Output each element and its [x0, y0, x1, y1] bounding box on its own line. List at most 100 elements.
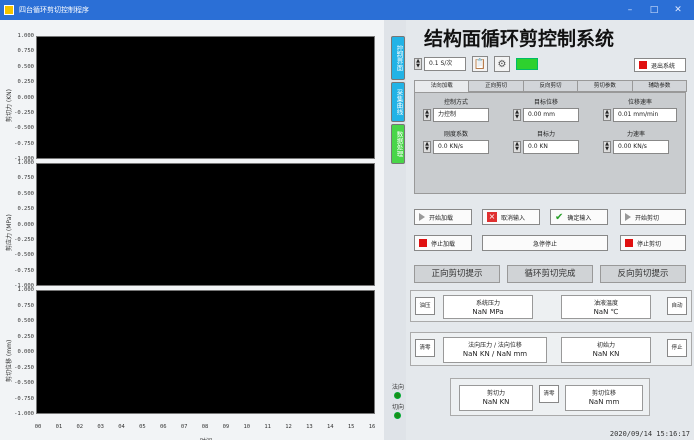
normal-value: NaN KN / NaN mm: [462, 350, 528, 358]
y-axis-label-shear-displacement: 剪切位移 (mm): [6, 339, 13, 382]
y-tick: 0.500: [17, 190, 34, 197]
cancel-input-label: 取消输入: [501, 214, 526, 222]
start-load-button[interactable]: 开始加载: [414, 209, 472, 225]
side-tab-data[interactable]: 数据处理: [391, 124, 405, 164]
reverse-shear-prompt-button[interactable]: 反向剪切提示: [600, 265, 686, 283]
x-tick: 11: [264, 424, 271, 430]
initial-force-value: NaN KN: [592, 350, 620, 358]
system-pressure-label: 系统压力: [475, 300, 500, 307]
shear-displacement-label: 剪切位移: [591, 390, 616, 397]
app-icon: [4, 5, 14, 15]
stop-shear-button[interactable]: 停止剪切: [620, 235, 686, 251]
displacement-rate-label: 位移速率: [627, 99, 652, 106]
target-force-field[interactable]: 0.0 KN: [523, 140, 579, 154]
forward-shear-prompt-button[interactable]: 正向剪切提示: [414, 265, 500, 283]
oil-temp-readout: 油液温度 NaN ℃: [561, 295, 651, 319]
clear-button[interactable]: 清零: [415, 339, 435, 357]
stop-shear-label: 停止剪切: [637, 240, 662, 248]
side-tab-curves[interactable]: 采集曲线: [391, 82, 405, 122]
stop-square-icon: [625, 239, 633, 247]
confirm-input-button[interactable]: ✔ 确定输入: [550, 209, 608, 225]
y-tick: 0.250: [17, 206, 34, 213]
force-rate-stepper[interactable]: ▲ ▼: [603, 141, 611, 153]
x-tick: 01: [55, 424, 63, 430]
control-panel: 结构面循环剪控制系统 ▲ ▼ 0.1 S/次 📋 ⚙ 退出系统 法向加载 正向剪切…: [406, 20, 694, 440]
target-force-stepper[interactable]: ▲ ▼: [513, 141, 521, 153]
x-tick: 00: [34, 424, 42, 430]
initial-force-readout: 初始力 NaN KN: [561, 337, 651, 363]
minimize-icon[interactable]: –: [618, 3, 642, 17]
cyclic-shear-done-button[interactable]: 循环剪切完成: [507, 265, 593, 283]
displacement-rate-stepper[interactable]: ▲ ▼: [603, 109, 611, 121]
y-axis-label-shear-force: 剪切力 (KN): [6, 88, 13, 122]
y-tick: 0.250: [17, 79, 34, 86]
stiffness-stepper[interactable]: ▲ ▼: [423, 141, 431, 153]
y-tick: 0.500: [17, 318, 34, 324]
pressure-group: 油压 系统压力 NaN MPa 油液温度 NaN ℃ 自动: [410, 290, 692, 322]
close-icon[interactable]: ✕: [666, 3, 690, 17]
x-tick: 12: [285, 424, 292, 430]
sample-rate-field[interactable]: 0.1 S/次: [424, 57, 466, 71]
control-mode-field[interactable]: 力控制: [433, 108, 489, 122]
x-tick: 14: [326, 424, 334, 430]
stop-square-icon: [639, 61, 647, 69]
tab-normal-load[interactable]: 法向加载: [414, 80, 470, 92]
shear-displacement-plot[interactable]: [36, 290, 375, 414]
normal-label: 法向压力 / 法向位移: [468, 342, 522, 349]
tab-aux-params[interactable]: 辅助参数: [631, 80, 688, 92]
maximize-icon[interactable]: □: [642, 3, 666, 17]
force-rate-field[interactable]: 0.00 KN/s: [613, 140, 669, 154]
force-rate-label: 力速率: [626, 131, 645, 138]
gear-icon[interactable]: ⚙: [494, 56, 510, 72]
stop-load-label: 停止加载: [431, 240, 456, 248]
play-icon: [419, 213, 425, 221]
emergency-stop-button[interactable]: 急停停止: [482, 235, 608, 251]
control-mode-stepper[interactable]: ▲ ▼: [423, 109, 431, 121]
x-tick: 09: [222, 424, 230, 430]
target-displacement-label: 目标位移: [533, 99, 558, 106]
shear-force-plot[interactable]: [36, 36, 375, 159]
oil-temp-label: 油液温度: [593, 300, 618, 307]
y-tick: 0.000: [17, 94, 34, 101]
x-tick: 08: [201, 424, 209, 430]
y-tick: -0.250: [14, 109, 34, 116]
target-displacement-field[interactable]: 0.00 mm: [523, 108, 579, 122]
side-tab-control[interactable]: 控制界面: [391, 36, 405, 80]
shear-stress-plot[interactable]: [36, 163, 375, 286]
start-shear-button[interactable]: 开始剪切: [620, 209, 686, 225]
target-displacement-stepper[interactable]: ▲ ▼: [513, 109, 521, 121]
y-tick: -0.500: [14, 380, 34, 386]
system-pressure-value: NaN MPa: [472, 308, 504, 316]
displacement-rate-field[interactable]: 0.01 mm/min: [613, 108, 677, 122]
zero-button[interactable]: 清零: [539, 385, 559, 403]
shear-force-label: 剪切力: [486, 390, 505, 397]
tab-forward-shear[interactable]: 正向剪切: [468, 80, 524, 92]
shear-force-value: NaN KN: [482, 398, 510, 406]
stiffness-label: 刚度系数: [443, 131, 468, 138]
auto-button[interactable]: 自动: [667, 297, 687, 315]
exit-button-label: 退出系统: [651, 62, 676, 70]
x-tick: 13: [306, 424, 313, 430]
control-mode-label: 控制方式: [443, 99, 468, 106]
x-tick: 07: [180, 424, 188, 430]
x-tick: 10: [243, 424, 251, 430]
cancel-input-button[interactable]: × 取消输入: [482, 209, 540, 225]
rate-stepper[interactable]: ▲ ▼: [414, 58, 422, 70]
hydraulic-button[interactable]: 油压: [415, 297, 435, 315]
system-pressure-readout: 系统压力 NaN MPa: [443, 295, 533, 319]
tab-shear-params[interactable]: 剪切参数: [577, 80, 633, 92]
start-load-label: 开始加载: [429, 214, 454, 222]
x-tick: 06: [159, 424, 167, 430]
stop-button[interactable]: 停止: [667, 339, 687, 357]
y-tick: -0.750: [14, 140, 34, 147]
y-tick: -0.500: [14, 125, 34, 132]
stiffness-field[interactable]: 0.0 KN/s: [433, 140, 489, 154]
exit-button[interactable]: 退出系统: [634, 58, 686, 72]
y-tick: -0.750: [14, 267, 34, 274]
y-tick: 1.000: [17, 160, 34, 166]
parameter-tabs: 法向加载 正向剪切 反向剪切 剪切参数 辅助参数: [414, 80, 688, 92]
stop-load-button[interactable]: 停止加载: [414, 235, 472, 251]
tab-reverse-shear[interactable]: 反向剪切: [522, 80, 579, 92]
normal-group: 清零 法向压力 / 法向位移 NaN KN / NaN mm 初始力 NaN K…: [410, 332, 692, 366]
clipboard-icon[interactable]: 📋: [472, 56, 488, 72]
